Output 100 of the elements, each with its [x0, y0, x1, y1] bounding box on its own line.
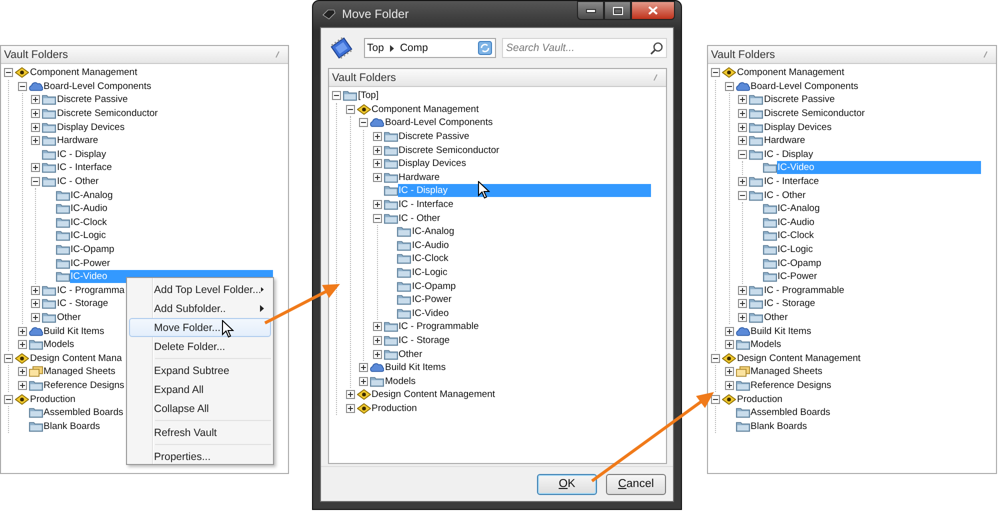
tree-item[interactable]: IC - Interface [398, 198, 454, 212]
expand-icon[interactable] [724, 326, 734, 336]
menu-item[interactable]: Refresh Vault [129, 423, 271, 442]
collapse-icon[interactable] [346, 104, 354, 114]
tree-item[interactable]: IC - Other [763, 188, 807, 202]
tree-item[interactable]: IC - Programma [56, 284, 126, 297]
close-button[interactable] [631, 1, 675, 20]
tree-item[interactable]: IC-Analog [411, 225, 456, 238]
expand-icon[interactable] [18, 367, 26, 376]
tree-item[interactable]: Design Content Mana [29, 352, 123, 365]
tree-item[interactable]: Managed Sheets [42, 365, 116, 378]
tree-item[interactable]: Design Content Management [370, 388, 496, 402]
expand-icon[interactable] [31, 312, 40, 322]
tree-item[interactable]: IC - Display [56, 148, 108, 161]
collapse-icon[interactable] [711, 68, 720, 78]
expand-icon[interactable] [346, 390, 354, 400]
tree-item[interactable]: Reference Designs [42, 378, 126, 392]
tree-item[interactable]: IC - Storage [763, 297, 816, 310]
expand-icon[interactable] [372, 159, 382, 168]
collapse-icon[interactable] [359, 118, 368, 128]
expand-icon[interactable] [738, 286, 747, 295]
breadcrumb-item[interactable]: Top [367, 42, 384, 54]
collapse-icon[interactable] [711, 394, 720, 404]
collapse-icon[interactable] [31, 177, 40, 186]
expand-icon[interactable] [31, 136, 40, 146]
expand-icon[interactable] [372, 172, 382, 182]
expand-icon[interactable] [738, 95, 747, 104]
collapse-icon[interactable] [4, 354, 13, 363]
tree-item[interactable]: IC - Display [763, 148, 814, 161]
collapse-icon[interactable] [4, 68, 13, 78]
tree-item[interactable]: Discrete Passive [763, 93, 836, 106]
tree-item[interactable]: Build Kit Items [42, 324, 106, 338]
path-field[interactable]: Top Comp [364, 38, 496, 58]
tree-item[interactable]: Reference Designs [750, 378, 832, 392]
tree-item[interactable]: IC - Storage [56, 297, 110, 310]
tree-item[interactable]: Other [56, 310, 82, 324]
tree-item[interactable]: Production [370, 402, 418, 415]
tree-item[interactable]: Other [398, 348, 424, 361]
tree-item[interactable]: Build Kit Items [384, 361, 447, 374]
tree-item[interactable]: Display Devices [398, 157, 468, 170]
search-field[interactable]: Search Vault... [502, 38, 667, 58]
tree-item[interactable]: IC-Analog [776, 202, 821, 216]
maximize-button[interactable] [604, 1, 631, 20]
tree-item[interactable]: Discrete Semiconductor [763, 107, 866, 120]
expand-icon[interactable] [31, 163, 40, 172]
collapse-icon[interactable] [738, 190, 747, 200]
tree-item[interactable]: Hardware [398, 170, 441, 184]
expand-icon[interactable] [359, 363, 368, 372]
tree-item[interactable]: IC - Storage [398, 334, 451, 347]
tree-item[interactable]: Hardware [763, 134, 806, 148]
tree-item[interactable]: IC-Audio [411, 238, 450, 252]
menu-item[interactable]: Move Folder... [129, 318, 271, 337]
tree-item[interactable]: Component Management [29, 66, 138, 80]
collapse-icon[interactable] [4, 394, 13, 404]
tree-item[interactable]: IC-Power [70, 256, 112, 270]
breadcrumb-item[interactable]: Comp [400, 42, 428, 54]
tree-item[interactable]: IC-Clock [70, 216, 108, 229]
search-icon[interactable] [650, 42, 663, 55]
minimize-icon[interactable] [586, 8, 596, 12]
menu-item[interactable]: Add Subfolder.. [129, 299, 271, 318]
expand-icon[interactable] [738, 136, 747, 146]
tree-item[interactable]: IC-Opamp [776, 256, 822, 270]
tree-item[interactable]: IC-Clock [776, 229, 815, 242]
tree-item[interactable]: Build Kit Items [750, 324, 812, 338]
collapse-icon[interactable] [711, 354, 720, 363]
cancel-button[interactable]: Cancel [606, 474, 666, 494]
tree-item[interactable]: Assembled Boards [750, 406, 832, 420]
tree-item[interactable]: IC - Programmable [763, 284, 846, 297]
expand-icon[interactable] [724, 380, 734, 390]
tree-item[interactable]: Production [736, 392, 784, 406]
tree-item[interactable]: Component Management [736, 66, 846, 80]
expand-icon[interactable] [738, 312, 747, 322]
tree-item[interactable]: Production [29, 392, 76, 406]
expand-icon[interactable] [738, 122, 747, 132]
menu-item[interactable]: Collapse All [129, 399, 271, 418]
expand-icon[interactable] [372, 200, 382, 210]
tree-item[interactable]: Assembled Boards [42, 406, 124, 420]
tree-item[interactable]: Board-Level Components [42, 80, 152, 93]
expand-icon[interactable] [31, 95, 40, 104]
expand-icon[interactable] [31, 122, 40, 132]
tree-item[interactable]: Models [384, 374, 417, 388]
minimize-button[interactable] [577, 1, 604, 20]
refresh-icon[interactable] [478, 41, 492, 55]
menu-item[interactable]: Expand All [129, 380, 271, 399]
tree-item[interactable]: IC-Video [411, 306, 450, 320]
expand-icon[interactable] [724, 340, 734, 350]
tree-item[interactable]: IC - Interface [763, 175, 820, 188]
menu-item[interactable]: Delete Folder... [129, 337, 271, 356]
tree-item[interactable]: Models [42, 338, 76, 352]
tree-item[interactable]: Discrete Passive [398, 130, 470, 144]
collapse-icon[interactable] [332, 91, 341, 100]
tree-item[interactable]: Models [750, 338, 782, 352]
tree-item[interactable]: Discrete Semiconductor [398, 144, 500, 157]
tree-item[interactable]: Display Devices [56, 120, 126, 134]
tree-item[interactable]: IC-Clock [411, 252, 450, 266]
expand-icon[interactable] [346, 404, 354, 413]
expand-icon[interactable] [738, 109, 747, 118]
tree-item[interactable]: Managed Sheets [750, 365, 824, 378]
tree-item[interactable]: [Top] [357, 89, 380, 102]
expand-icon[interactable] [372, 146, 382, 155]
